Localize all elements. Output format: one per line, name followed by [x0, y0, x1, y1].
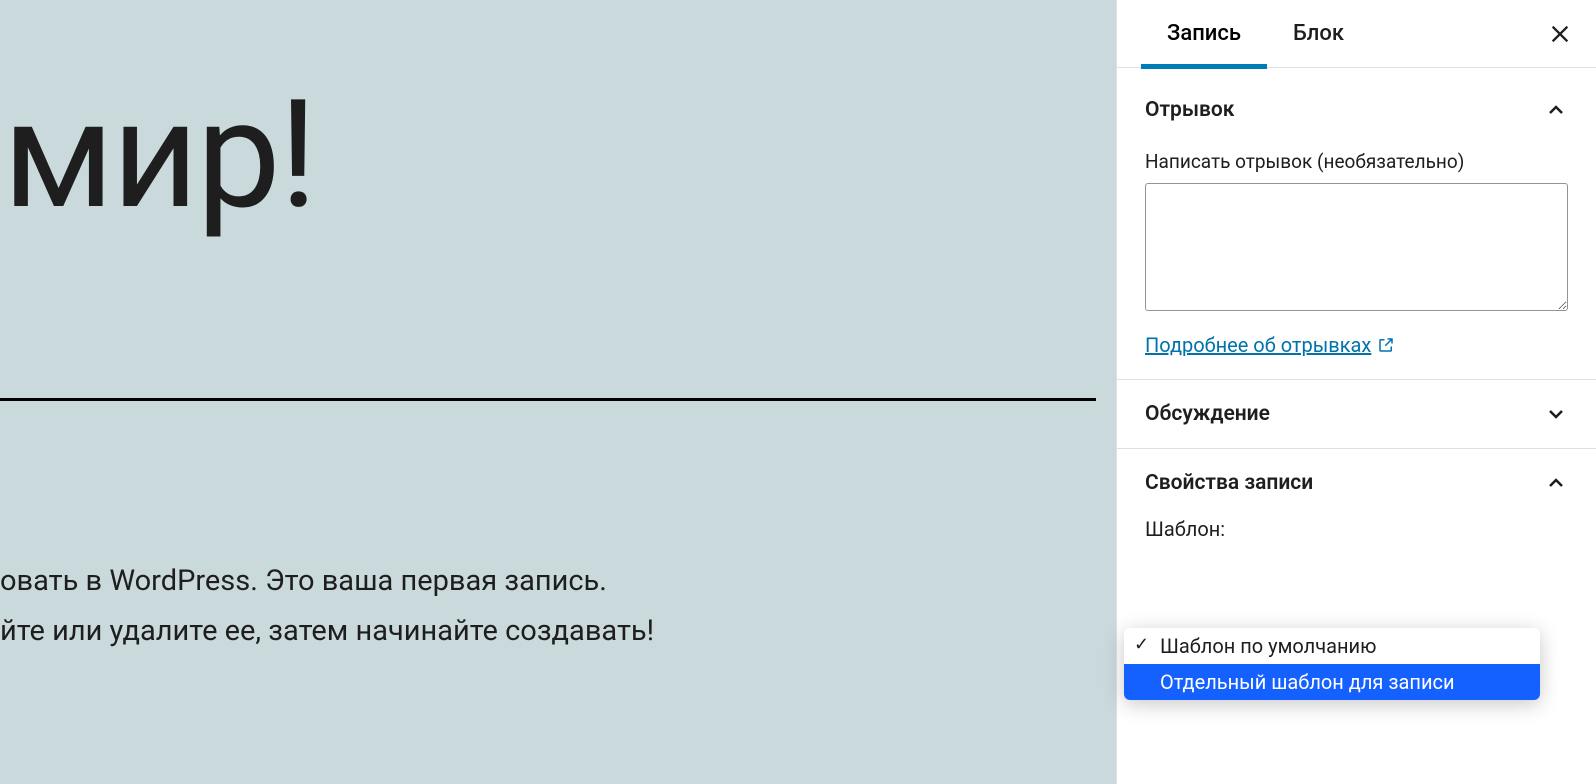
external-link-icon	[1377, 336, 1395, 354]
paragraph-block-2[interactable]: йте или удалите ее, затем начинайте созд…	[0, 614, 654, 648]
chevron-up-icon	[1544, 98, 1568, 122]
excerpt-help-link-text: Подробнее об отрывках	[1145, 333, 1371, 357]
panel-excerpt-toggle[interactable]: Отрывок	[1145, 98, 1568, 122]
separator-block[interactable]	[0, 398, 1096, 401]
excerpt-textarea[interactable]	[1145, 183, 1568, 311]
tab-document[interactable]: Запись	[1141, 0, 1267, 68]
panel-title: Отрывок	[1145, 98, 1235, 122]
template-option-default[interactable]: Шаблон по умолчанию	[1124, 628, 1540, 664]
excerpt-help-link[interactable]: Подробнее об отрывках	[1145, 333, 1395, 357]
editor-canvas[interactable]: , мир! овать в WordPress. Это ваша перва…	[0, 0, 1116, 784]
chevron-down-icon	[1544, 402, 1568, 426]
template-select-dropdown[interactable]: Шаблон по умолчанию Отдельный шаблон для…	[1124, 628, 1540, 700]
excerpt-label: Написать отрывок (необязательно)	[1145, 150, 1568, 173]
panel-title: Обсуждение	[1145, 402, 1270, 426]
template-label: Шаблон:	[1145, 517, 1568, 541]
post-title[interactable]: , мир!	[0, 80, 315, 230]
panel-discussion: Обсуждение	[1117, 380, 1596, 449]
panel-title: Свойства записи	[1145, 471, 1313, 495]
panel-excerpt-body: Написать отрывок (необязательно) Подробн…	[1145, 150, 1568, 357]
chevron-up-icon	[1544, 471, 1568, 495]
panel-excerpt: Отрывок Написать отрывок (необязательно)…	[1117, 68, 1596, 380]
close-icon	[1549, 23, 1571, 45]
panel-attributes: Свойства записи Шаблон:	[1117, 449, 1596, 569]
close-sidebar-button[interactable]	[1544, 18, 1576, 50]
paragraph-block-1[interactable]: овать в WordPress. Это ваша первая запис…	[0, 564, 607, 598]
template-option-custom[interactable]: Отдельный шаблон для записи	[1124, 664, 1540, 700]
panel-discussion-toggle[interactable]: Обсуждение	[1145, 402, 1568, 426]
panel-attributes-toggle[interactable]: Свойства записи	[1145, 471, 1568, 495]
tab-block[interactable]: Блок	[1267, 0, 1370, 68]
sidebar-tabs: Запись Блок	[1117, 0, 1596, 68]
